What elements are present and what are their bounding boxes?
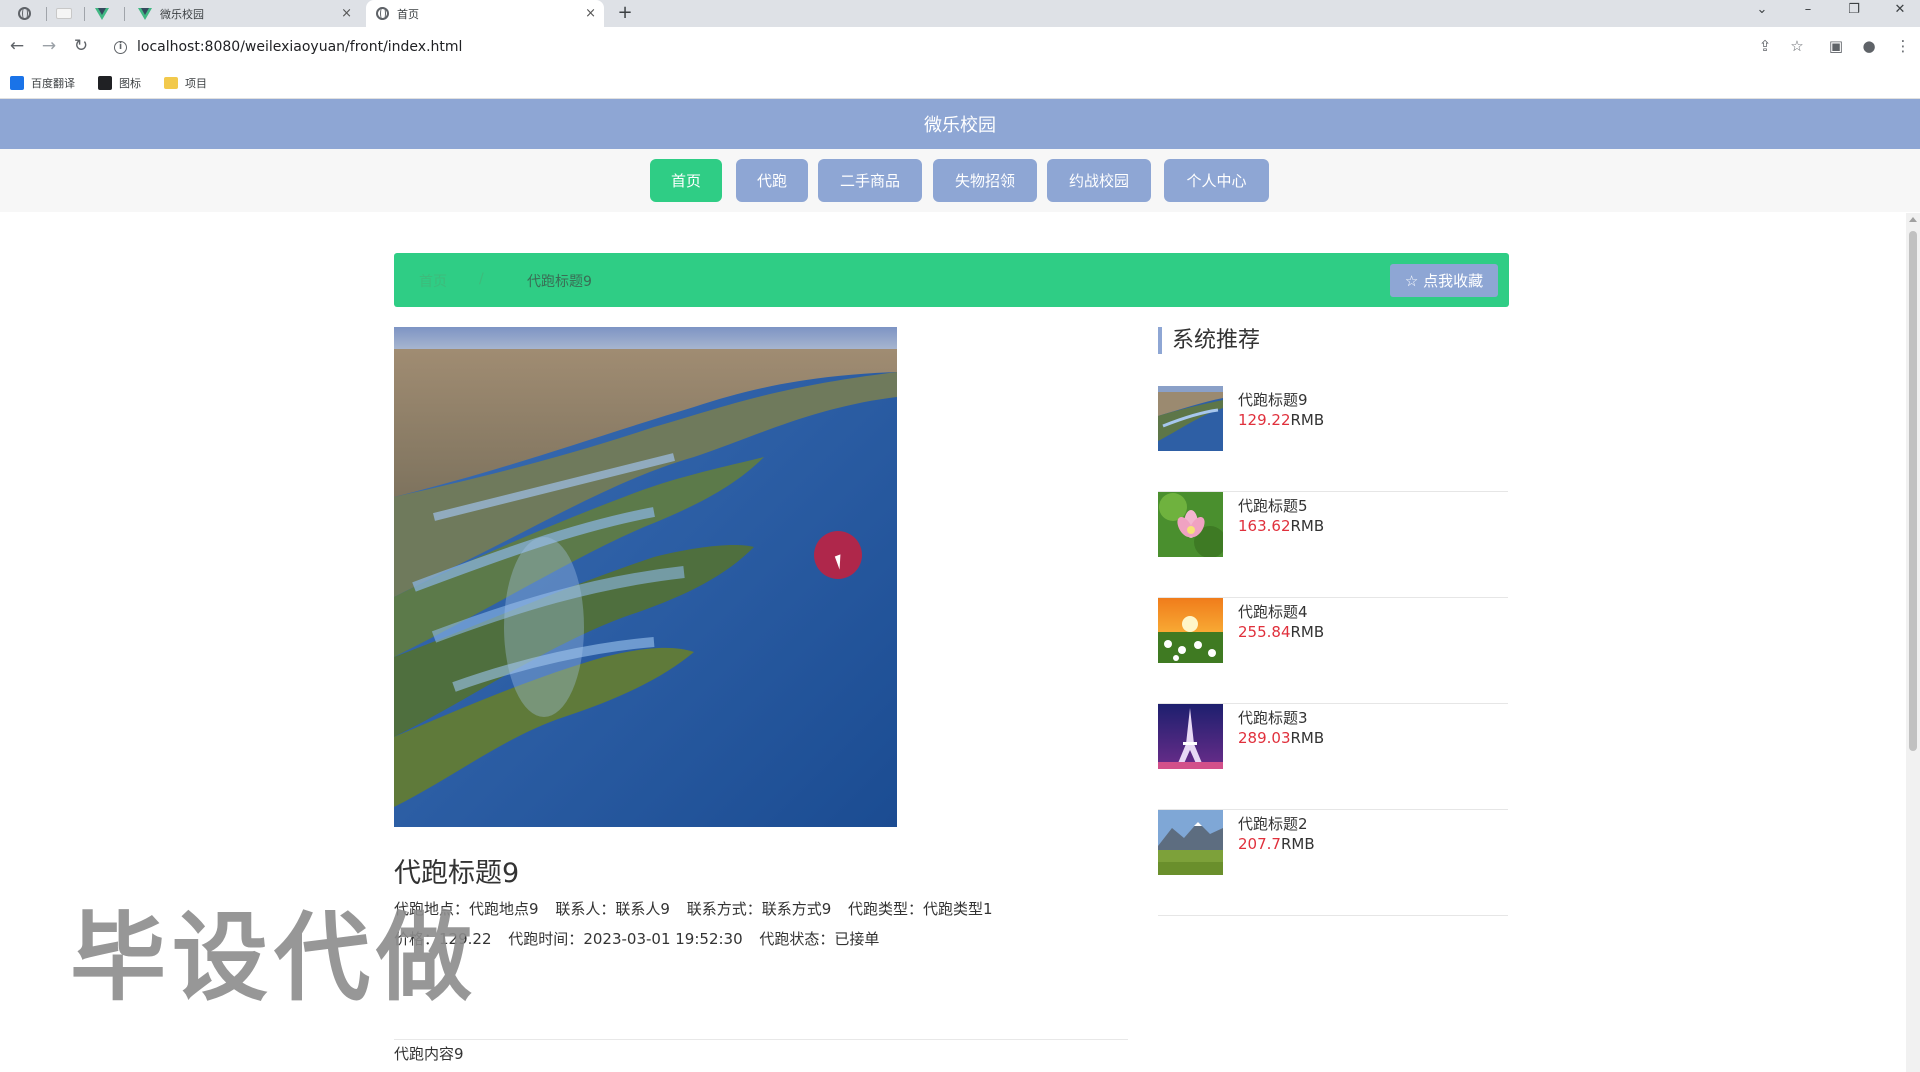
recommend-title[interactable]: 代跑标题2 — [1238, 813, 1308, 834]
browser-menu-icon[interactable]: ⋮ — [1892, 37, 1914, 55]
recommend-price: 289.03RMB — [1238, 729, 1325, 747]
new-tab-button[interactable]: + — [614, 2, 636, 23]
recommend-thumbnail[interactable] — [1158, 598, 1223, 663]
site-info-icon[interactable]: i — [114, 40, 127, 54]
browser-tab-active[interactable]: 首页 × — [366, 0, 604, 27]
recommend-price: 129.22RMB — [1238, 411, 1325, 429]
share-icon[interactable]: ⇪ — [1754, 37, 1776, 55]
info-item-contact: 联系人：联系人9 — [555, 900, 670, 918]
lotus-photo — [1158, 492, 1223, 557]
nav-errand[interactable]: 代跑 — [736, 159, 808, 202]
site-title: 微乐校园 — [924, 115, 996, 136]
recommend-title[interactable]: 代跑标题5 — [1238, 495, 1308, 516]
recommend-heading: 系统推荐 — [1158, 327, 1260, 354]
nav-user-center[interactable]: 个人中心 — [1164, 159, 1269, 202]
sunset-flowers-photo — [1158, 598, 1223, 663]
recommend-item[interactable]: 代跑标题5 163.62RMB — [1158, 492, 1508, 598]
tab-title: 微乐校园 — [160, 7, 204, 21]
close-icon[interactable]: × — [585, 6, 596, 21]
bookmark-label: 图标 — [119, 77, 141, 90]
window-close-button[interactable]: ✕ — [1885, 2, 1915, 17]
recommend-thumbnail[interactable] — [1158, 386, 1223, 451]
profile-icon[interactable]: ● — [1858, 37, 1880, 55]
recommend-item[interactable]: 代跑标题3 289.03RMB — [1158, 704, 1508, 810]
info-item-type: 代跑类型：代跑类型1 — [848, 900, 993, 918]
side-panel-icon[interactable]: ▣ — [1825, 37, 1847, 55]
main-nav: 首页 代跑 二手商品 失物招领 约战校园 个人中心 — [0, 149, 1920, 212]
recommend-thumbnail[interactable] — [1158, 810, 1223, 875]
bookmarks-bar: 百度翻译 图标 项目 — [0, 67, 1920, 99]
eiffel-tower-photo — [1158, 704, 1223, 769]
globe-icon — [376, 7, 389, 20]
nav-campus-match[interactable]: 约战校园 — [1047, 159, 1151, 202]
recommend-title[interactable]: 代跑标题3 — [1238, 707, 1308, 728]
browser-tab[interactable] — [4, 0, 44, 27]
bookmark-baidu-translate[interactable]: 百度翻译 — [10, 75, 75, 91]
recommend-thumbnail[interactable] — [1158, 492, 1223, 557]
tab-title: 首页 — [397, 7, 419, 21]
breadcrumb-current: 代跑标题9 — [527, 274, 592, 290]
minimize-button[interactable]: – — [1793, 2, 1823, 17]
nav-second-hand[interactable]: 二手商品 — [818, 159, 922, 202]
nav-lost-found[interactable]: 失物招领 — [933, 159, 1037, 202]
mountain-meadow-photo — [1158, 810, 1223, 875]
browser-tab-bar: 微乐校园 × 首页 × + ⌄ – ❐ ✕ — [0, 0, 1920, 27]
recommend-price: 207.7RMB — [1238, 835, 1315, 853]
recommend-item[interactable]: 代跑标题9 129.22RMB — [1158, 386, 1508, 492]
browser-tab-weilexiaoyuan[interactable]: 微乐校园 × — [128, 0, 360, 27]
restore-button[interactable]: ❐ — [1839, 2, 1869, 17]
watermark: 毕设代做 — [70, 902, 478, 1014]
coastline-photo — [394, 327, 897, 827]
folder-icon — [164, 77, 178, 89]
info-item-time: 代跑时间：2023-03-01 19:52:30 — [508, 930, 743, 948]
page-scrollbar[interactable] — [1906, 213, 1920, 1072]
browser-toolbar: ← → ↻ i localhost:8080/weilexiaoyuan/fro… — [0, 27, 1920, 67]
bookmark-icons[interactable]: 图标 — [98, 75, 141, 91]
recommend-thumbnail[interactable] — [1158, 704, 1223, 769]
recommend-item[interactable]: 代跑标题4 255.84RMB — [1158, 598, 1508, 704]
forward-button[interactable]: → — [38, 36, 60, 56]
back-button[interactable]: ← — [6, 36, 28, 56]
recommend-item[interactable]: 代跑标题2 207.7RMB — [1158, 810, 1508, 916]
close-icon[interactable]: × — [341, 6, 352, 21]
browser-tab[interactable] — [44, 0, 84, 27]
bookmark-label: 项目 — [185, 77, 207, 90]
breadcrumb-separator: / — [479, 271, 484, 287]
reload-button[interactable]: ↻ — [70, 36, 92, 56]
browser-tab[interactable] — [82, 0, 122, 27]
blank-page-icon — [56, 8, 72, 19]
address-bar[interactable]: i localhost:8080/weilexiaoyuan/front/ind… — [106, 32, 1786, 62]
detail-image — [394, 327, 897, 827]
bookmark-label: 百度翻译 — [31, 77, 75, 90]
nav-home[interactable]: 首页 — [650, 159, 722, 202]
breadcrumb-home[interactable]: 首页 — [419, 271, 447, 291]
globe-icon — [17, 7, 31, 20]
vue-logo-icon — [138, 7, 152, 20]
content-divider — [394, 1039, 1128, 1040]
recommend-title[interactable]: 代跑标题9 — [1238, 389, 1308, 410]
recommend-price: 163.62RMB — [1238, 517, 1325, 535]
favorite-button[interactable]: ☆ 点我收藏 — [1390, 264, 1498, 297]
detail-info-line-1: 代跑地点：代跑地点9 联系人：联系人9 联系方式：联系方式9 代跑类型：代跑类型… — [394, 898, 1005, 919]
translate-icon — [10, 76, 24, 90]
url-text[interactable]: localhost:8080/weilexiaoyuan/front/index… — [137, 39, 462, 55]
scroll-up-arrow-icon[interactable] — [1909, 217, 1917, 222]
tab-search-icon[interactable]: ⌄ — [1747, 2, 1777, 17]
bookmark-star-icon[interactable]: ☆ — [1786, 37, 1808, 55]
bookmark-project[interactable]: 项目 — [164, 75, 207, 91]
info-item-status: 代跑状态：已接单 — [759, 930, 880, 948]
info-item-phone: 联系方式：联系方式9 — [686, 900, 832, 918]
vue-logo-icon — [95, 7, 109, 20]
recommend-title[interactable]: 代跑标题4 — [1238, 601, 1308, 622]
recommend-price: 255.84RMB — [1238, 623, 1325, 641]
tab-separator — [124, 7, 125, 21]
picture-icon — [98, 76, 112, 90]
coastline-photo — [1158, 386, 1223, 451]
scrollbar-thumb[interactable] — [1909, 231, 1917, 751]
site-header: 微乐校园 — [0, 99, 1920, 149]
breadcrumb: 首页 / 代跑标题9 ☆ 点我收藏 — [394, 253, 1509, 307]
detail-content: 代跑内容9 — [394, 1045, 464, 1063]
